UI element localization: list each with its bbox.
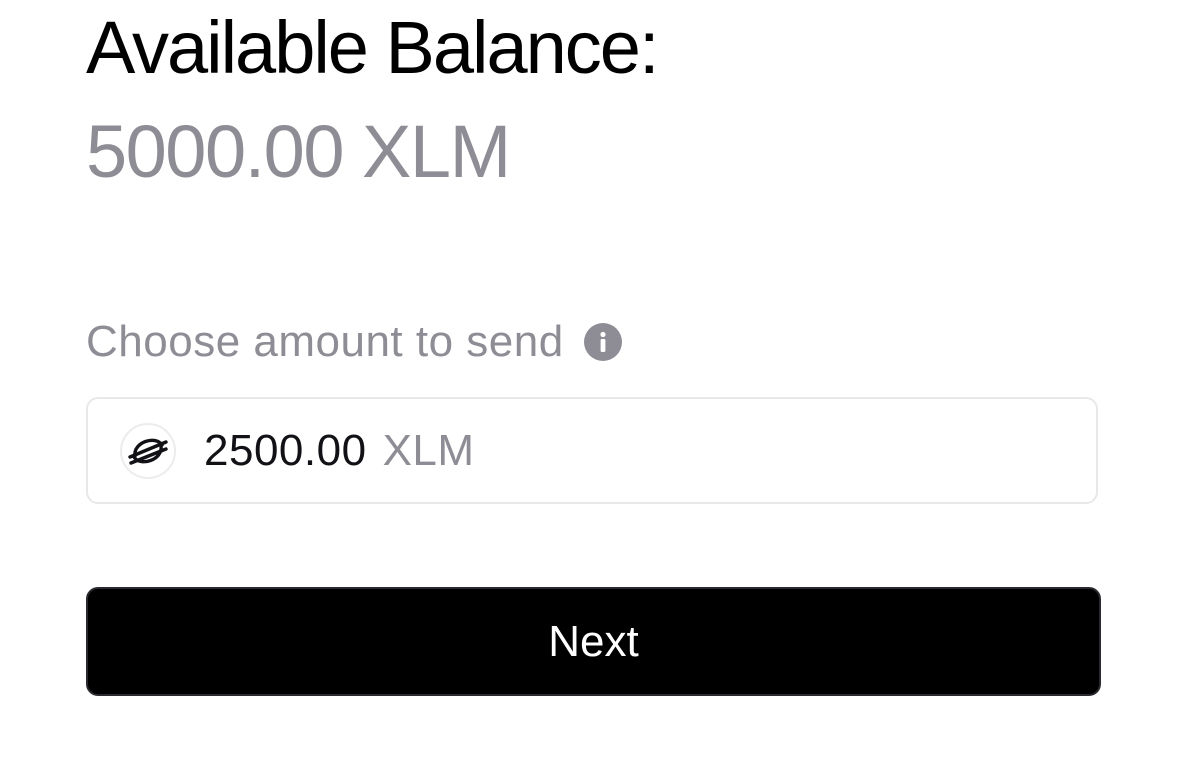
balance-amount: 5000.00 XLM [86,110,511,193]
balance-title: Available Balance: [86,6,660,89]
amount-unit: XLM [382,425,475,475]
next-button[interactable]: Next [86,587,1101,696]
amount-input[interactable]: 2500.00 XLM [86,397,1098,504]
stellar-logo-icon [120,422,176,479]
amount-label: Choose amount to send [86,317,564,366]
info-icon[interactable] [583,323,622,361]
amount-label-row: Choose amount to send [86,318,622,366]
amount-value[interactable]: 2500.00 [204,426,367,476]
